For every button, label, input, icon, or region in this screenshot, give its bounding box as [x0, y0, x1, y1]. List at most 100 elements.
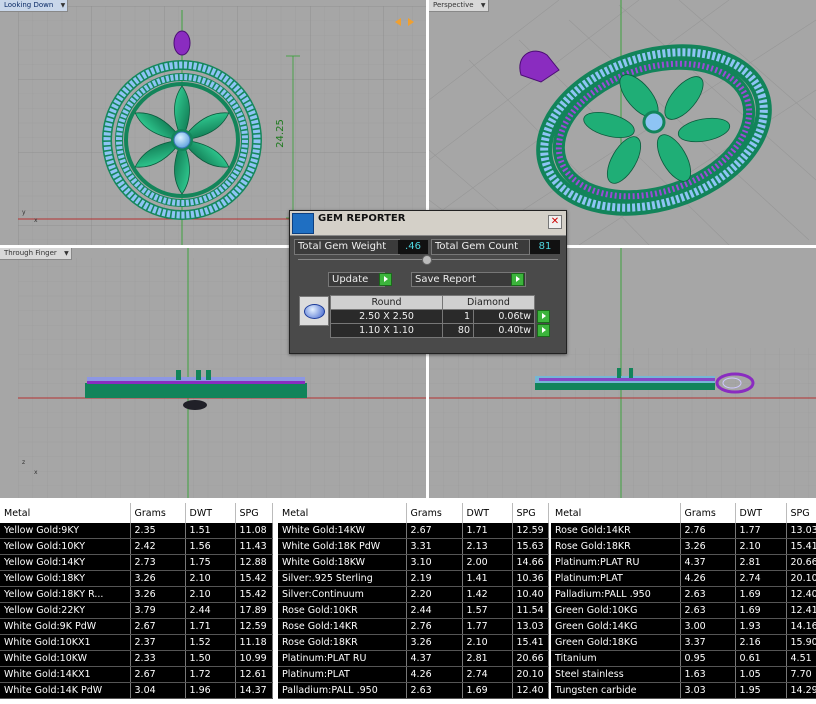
viewport-tab-top[interactable]: Looking Down ▼	[0, 0, 69, 12]
chevron-down-icon: ▼	[480, 2, 486, 9]
spg: 11.08	[235, 523, 273, 539]
gem-reporter-titlebar[interactable]: GEM REPORTER ✕	[290, 211, 566, 236]
metal-name: Silver:.925 Sterling	[278, 570, 407, 587]
table-row: Rose Gold:14KR 2.76 1.77 13.03	[278, 618, 549, 635]
metal-name: White Gold:10KW	[0, 650, 131, 667]
table-row: White Gold:9K PdW 2.67 1.71 12.59	[0, 618, 273, 635]
spg: 15.41	[512, 634, 549, 651]
spg: 20.10	[786, 570, 816, 587]
spg: 12.61	[235, 666, 273, 683]
gem-row-go-icon[interactable]	[537, 324, 550, 337]
metal-name: Rose Gold:18KR	[278, 634, 407, 651]
metal-name: Yellow Gold:14KY	[0, 554, 131, 571]
gem-table: Round Diamond 2.50 X 2.50 1 0.06tw 1.10 …	[330, 295, 556, 338]
gem-row-go-icon[interactable]	[537, 310, 550, 323]
spg: 13.03	[786, 523, 816, 539]
update-button[interactable]: Update	[328, 272, 385, 287]
grams: 3.04	[130, 682, 186, 699]
spg: 20.66	[512, 650, 549, 667]
dwt: 1.71	[185, 618, 236, 635]
dwt: 2.13	[462, 538, 513, 555]
metal-name: Palladium:PALL .950	[551, 586, 681, 603]
grams: 3.79	[130, 602, 186, 619]
grams: 3.31	[406, 538, 463, 555]
svg-text:y: y	[22, 209, 26, 216]
spg: 12.41	[786, 602, 816, 619]
grams: 3.26	[406, 634, 463, 651]
dwt: 2.81	[735, 554, 787, 571]
viewport-label: Perspective	[433, 1, 474, 9]
spg: 12.88	[235, 554, 273, 571]
dwt: 1.52	[185, 634, 236, 651]
grams: 2.63	[680, 586, 736, 603]
update-go-icon[interactable]	[379, 273, 392, 286]
metal-name: Platinum:PLAT RU	[278, 650, 407, 667]
metal-name: Tungsten carbide	[551, 682, 681, 699]
metal-name: Green Gold:10KG	[551, 602, 681, 619]
grams: 2.37	[130, 634, 186, 651]
table-row: Rose Gold:14KR 2.76 1.77 13.03	[551, 523, 816, 539]
viewport-perspective[interactable]: Perspective ▼	[429, 0, 816, 245]
dwt: 1.69	[735, 586, 787, 603]
gem-shape-header: Round	[330, 295, 443, 310]
metal-name: Rose Gold:18KR	[551, 538, 681, 555]
close-icon[interactable]: ✕	[548, 215, 562, 229]
gem-count: 80	[442, 323, 474, 338]
table-row: White Gold:14KW 2.67 1.71 12.59	[278, 523, 549, 539]
spg: 12.40	[786, 586, 816, 603]
spg: 4.51	[786, 650, 816, 667]
grams: 2.19	[406, 570, 463, 587]
svg-text:z: z	[22, 459, 25, 466]
grams: 4.37	[406, 650, 463, 667]
dwt: 1.05	[735, 666, 787, 683]
column-header-spg: SPG	[512, 503, 549, 523]
metal-table-1: Metal Grams DWT SPG Yellow Gold:9KY 2.35 1.51 1…	[0, 503, 273, 699]
table-row: Silver:.925 Sterling 2.19 1.41 10.36	[278, 570, 549, 587]
perspective-grid	[429, 0, 816, 245]
table-row: Yellow Gold:18KY 3.26 2.10 15.42	[0, 570, 273, 587]
top-grid: y x	[18, 6, 426, 245]
grams: 2.67	[130, 618, 186, 635]
grams: 4.26	[406, 666, 463, 683]
viewport-top[interactable]: Looking Down ▼ y x 24.25	[0, 0, 426, 245]
save-report-go-icon[interactable]	[511, 273, 524, 286]
viewport-label: Looking Down	[4, 1, 54, 9]
viewport-tab-perspective[interactable]: Perspective ▼	[429, 0, 489, 12]
metal-name: White Gold:14K PdW	[0, 682, 131, 699]
table-row: Rose Gold:18KR 3.26 2.10 15.41	[551, 538, 816, 555]
dwt: 2.81	[462, 650, 513, 667]
metal-name: Rose Gold:14KR	[551, 523, 681, 539]
metal-name: Yellow Gold:9KY	[0, 523, 131, 539]
grams: 2.76	[680, 523, 736, 539]
table-row: White Gold:10KX1 2.37 1.52 11.18	[0, 634, 273, 651]
metal-name: Yellow Gold:10KY	[0, 538, 131, 555]
table-row: Platinum:PLAT 4.26 2.74 20.10	[551, 570, 816, 587]
table-row: Platinum:PLAT RU 4.37 2.81 20.66	[551, 554, 816, 571]
spg: 17.89	[235, 602, 273, 619]
dwt: 1.56	[185, 538, 236, 555]
dwt: 1.72	[185, 666, 236, 683]
metal-name: Yellow Gold:22KY	[0, 602, 131, 619]
dwt: 1.69	[735, 602, 787, 619]
dwt: 2.10	[735, 538, 787, 555]
metal-table-2: Metal Grams DWT SPG White Gold:14KW 2.67 1.71 1…	[278, 503, 549, 699]
table-row: Yellow Gold:18KY R... 3.26 2.10 15.42	[0, 586, 273, 603]
dwt: 2.10	[185, 586, 236, 603]
save-report-button-label: Save Report	[415, 274, 476, 285]
table-row: Yellow Gold:10KY 2.42 1.56 11.43	[0, 538, 273, 555]
table-row: Palladium:PALL .950 2.63 1.69 12.40	[551, 586, 816, 603]
save-report-button[interactable]: Save Report	[411, 272, 526, 287]
gem-weight: 0.06tw	[473, 309, 535, 324]
metal-table-header-row: Metal Grams DWT SPG	[278, 503, 549, 523]
viewport-tab-front[interactable]: Through Finger ▼	[0, 248, 72, 260]
chevron-down-icon: ▼	[64, 250, 69, 257]
update-button-label: Update	[332, 274, 369, 285]
total-gem-weight-label: Total Gem Weight	[294, 239, 400, 255]
spg: 14.16	[786, 618, 816, 635]
dwt: 1.95	[735, 682, 787, 699]
chevron-down-icon: ▼	[60, 2, 66, 9]
metal-name: White Gold:10KX1	[0, 634, 131, 651]
spg: 12.59	[512, 523, 549, 539]
grams: 3.00	[680, 618, 736, 635]
total-gem-count-label: Total Gem Count	[431, 239, 530, 255]
